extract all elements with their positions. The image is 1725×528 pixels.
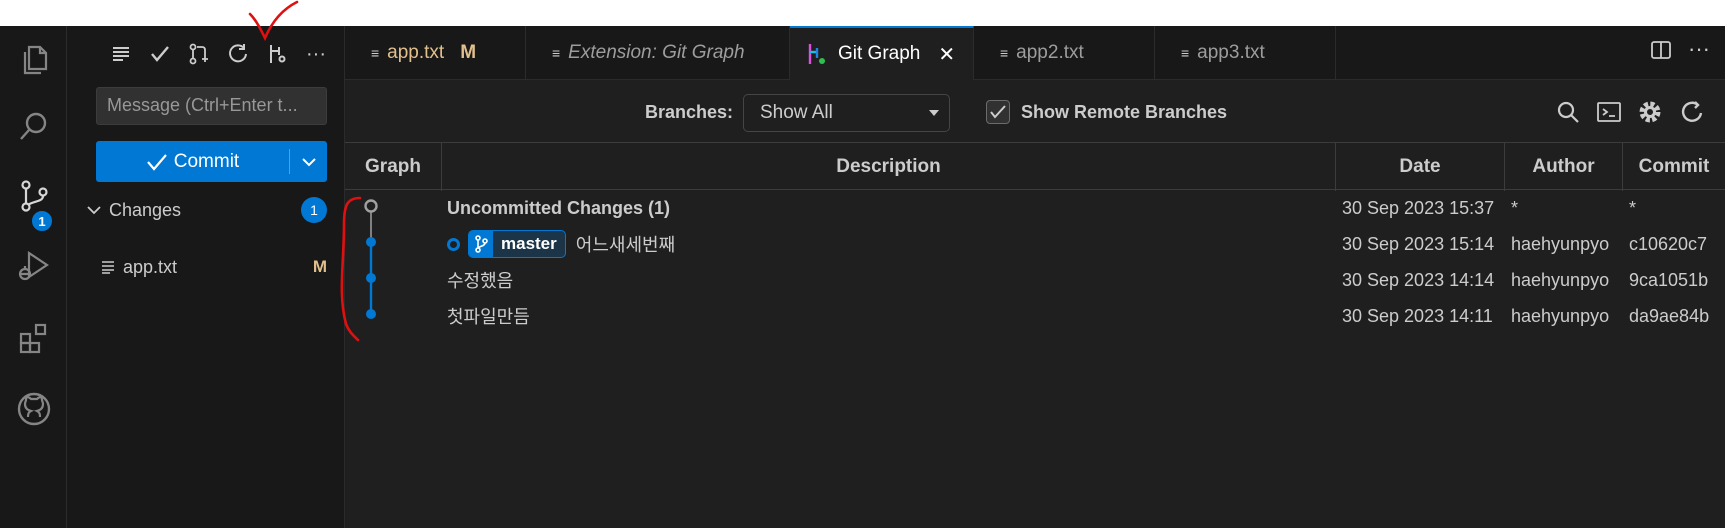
annotation-checkmark: [248, 0, 299, 42]
changes-group-header[interactable]: Changes 1: [87, 196, 327, 224]
row-date: 30 Sep 2023 15:14: [1342, 233, 1495, 254]
pull-request-icon[interactable]: [183, 40, 215, 68]
tab-label: Git Graph: [838, 43, 921, 64]
list-view-icon[interactable]: [105, 40, 137, 68]
show-remote-checkbox[interactable]: [986, 100, 1010, 124]
extensions-icon[interactable]: [0, 308, 67, 368]
column-header-date: Date: [1336, 143, 1505, 191]
head-indicator: [447, 237, 460, 251]
row-commit: da9ae84b: [1629, 305, 1710, 326]
file-lines-icon: ≡: [1181, 45, 1190, 61]
check-icon: [990, 105, 1006, 119]
commit-message-input[interactable]: Message (Ctrl+Enter t...: [96, 87, 327, 125]
row-date: 30 Sep 2023 14:14: [1342, 269, 1495, 290]
column-header-description: Description: [442, 143, 1336, 191]
column-header-author: Author: [1505, 143, 1623, 191]
activity-bar: 1: [0, 26, 67, 528]
table-row[interactable]: Uncommitted Changes (1) 30 Sep 2023 15:3…: [345, 190, 1725, 226]
table-row[interactable]: 첫파일만듬 30 Sep 2023 14:11 haehyunpyo da9ae…: [345, 298, 1725, 334]
tab-label: Extension: Git Graph: [568, 42, 745, 63]
source-control-badge: 1: [30, 209, 54, 233]
annotation-bracket: [340, 196, 362, 342]
column-header-graph: Graph: [345, 143, 442, 191]
scm-toolbar: ···: [105, 40, 332, 68]
more-icon[interactable]: ···: [300, 40, 332, 68]
github-icon[interactable]: [0, 379, 67, 439]
changed-file-row[interactable]: app.txt M: [101, 254, 327, 280]
row-commit: *: [1629, 197, 1637, 218]
git-graph-icon[interactable]: [261, 40, 293, 68]
branch-label-master[interactable]: master: [468, 230, 566, 258]
show-remote-label: Show Remote Branches: [1021, 102, 1228, 122]
branches-label: Branches:: [645, 102, 734, 122]
tab-label: app3.txt: [1197, 42, 1265, 63]
tab-app3-txt[interactable]: ≡ app3.txt: [1155, 26, 1336, 80]
tab-label: app.txt: [387, 42, 445, 63]
files-icon[interactable]: [0, 29, 67, 89]
close-icon[interactable]: ✕: [938, 42, 955, 67]
commit-table-header: Graph Description Date Author Commit: [345, 142, 1725, 191]
tab-git-graph[interactable]: Git Graph ✕: [790, 26, 974, 80]
commit-label: Commit: [173, 150, 240, 172]
changes-label: Changes: [109, 199, 182, 220]
branch-icon: [469, 231, 493, 257]
terminal-icon[interactable]: [1595, 98, 1623, 126]
commit-dropdown-button[interactable]: [290, 141, 327, 182]
row-commit: 9ca1051b: [1629, 269, 1709, 290]
commit-table: Graph Description Date Author Commit Unc…: [345, 142, 1725, 528]
check-icon[interactable]: [144, 40, 176, 68]
file-name: app.txt: [123, 256, 178, 277]
branch-name: master: [501, 234, 557, 253]
split-editor-icon[interactable]: [1650, 40, 1672, 65]
file-lines-icon: ≡: [371, 45, 380, 61]
row-description-cell: master 어느새세번째: [447, 226, 1327, 262]
search-icon[interactable]: [0, 97, 67, 157]
source-control-panel: ··· Message (Ctrl+Enter t... Commit Chan…: [67, 26, 345, 528]
refresh-icon[interactable]: [1678, 98, 1706, 126]
file-status: M: [312, 257, 327, 276]
tab-app2-txt[interactable]: ≡ app2.txt: [974, 26, 1155, 80]
table-row[interactable]: 수정했음 30 Sep 2023 14:14 haehyunpyo 9ca105…: [345, 262, 1725, 298]
row-author: haehyunpyo: [1511, 233, 1610, 254]
editor-tab-bar: ≡ app.txt M ≡ Extension: Git Graph Git G…: [345, 26, 1725, 80]
search-icon[interactable]: [1554, 98, 1582, 126]
file-lines-icon: ≡: [1000, 45, 1009, 61]
check-icon: [146, 153, 167, 171]
commit-main-action[interactable]: Commit: [96, 141, 289, 182]
row-date: 30 Sep 2023 14:11: [1342, 305, 1493, 326]
file-lines-icon: [102, 261, 114, 274]
column-header-commit: Commit: [1638, 156, 1710, 177]
more-actions-icon[interactable]: ···: [1688, 36, 1710, 62]
row-description: 첫파일만듬: [447, 307, 530, 327]
chevron-down-icon: [87, 206, 101, 215]
run-debug-icon[interactable]: [0, 236, 67, 296]
git-graph-icon: [808, 44, 825, 64]
tab-extension-git-graph[interactable]: ≡ Extension: Git Graph: [526, 26, 790, 80]
caret-down-icon: [929, 110, 939, 116]
git-graph-controls: Branches: Show All Show Remote Branches: [345, 80, 1725, 142]
commit-button[interactable]: Commit: [96, 141, 327, 182]
row-date: 30 Sep 2023 15:37: [1342, 197, 1495, 218]
row-description: 수정했음: [447, 271, 514, 291]
row-description: Uncommitted Changes (1): [447, 197, 671, 218]
row-description: 어느새세번째: [575, 235, 676, 255]
refresh-icon[interactable]: [222, 40, 254, 68]
tab-app-txt[interactable]: ≡ app.txt M: [345, 26, 526, 80]
modified-indicator: M: [460, 42, 477, 63]
file-lines-icon: ≡: [552, 45, 561, 61]
tab-label: app2.txt: [1016, 42, 1084, 63]
row-commit: c10620c7: [1629, 233, 1708, 254]
branches-dropdown-value: Show All: [760, 102, 833, 123]
row-author: haehyunpyo: [1511, 305, 1610, 326]
branches-dropdown[interactable]: Show All: [743, 94, 950, 132]
chevron-down-icon: [301, 157, 316, 166]
row-author: *: [1511, 197, 1519, 218]
row-author: haehyunpyo: [1511, 269, 1610, 290]
gear-icon[interactable]: [1636, 98, 1664, 126]
changes-count-badge: 1: [301, 197, 327, 223]
table-row[interactable]: master 어느새세번째 30 Sep 2023 15:14 haehyunp…: [345, 226, 1725, 262]
